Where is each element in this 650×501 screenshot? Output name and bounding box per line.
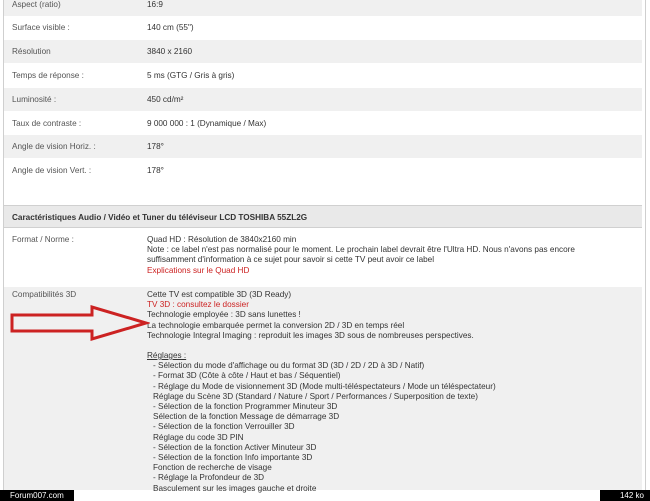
spec-value: 178° xyxy=(147,142,164,151)
spec-row-contrast: Taux de contraste : 9 000 000 : 1 (Dynam… xyxy=(4,112,642,135)
settings-item: Fonction de recherche de visage xyxy=(153,463,272,473)
spec-row-resolution: Résolution 3840 x 2160 xyxy=(4,40,642,63)
spec-label: Taux de contraste : xyxy=(12,119,82,128)
format-line: Quad HD : Résolution de 3840x2160 min xyxy=(147,235,297,244)
settings-item: Réglage du code 3D PIN xyxy=(153,432,244,442)
spec-label: Angle de vision Horiz. : xyxy=(12,142,96,151)
file-size-badge: 142 ko xyxy=(600,490,650,501)
settings-item: - Sélection de la fonction Programmer Mi… xyxy=(153,402,338,412)
settings-item: - Sélection de la fonction Info importan… xyxy=(153,453,313,463)
spec-label: Temps de réponse : xyxy=(12,71,84,80)
spec-row-angle-vert: Angle de vision Vert. : 178° xyxy=(4,159,642,182)
spec-value: 3840 x 2160 xyxy=(147,47,193,56)
settings-item: - Format 3D (Côte à côte / Haut et bas /… xyxy=(153,371,341,381)
settings-item: - Réglage la Profondeur de 3D xyxy=(153,473,265,483)
spec-row-response-time: Temps de réponse : 5 ms (GTG / Gris à gr… xyxy=(4,64,642,87)
format-note-cont: suffisamment d'information à ce sujet po… xyxy=(147,255,435,265)
compat-label: Compatibilités 3D xyxy=(12,290,77,299)
settings-item: - Réglage du Mode de visionnement 3D (Mo… xyxy=(153,381,496,391)
spec-row-surface: Surface visible : 140 cm (55") xyxy=(4,16,642,39)
settings-item: Réglage du Scène 3D (Standard / Nature /… xyxy=(153,391,478,401)
compat-integral: Technologie Integral Imaging : reproduit… xyxy=(147,330,474,340)
spec-value: 450 cd/m² xyxy=(147,95,184,104)
spec-row-brightness: Luminosité : 450 cd/m² xyxy=(4,88,642,111)
spec-value: 178° xyxy=(147,166,164,175)
tv-3d-link[interactable]: TV 3D : consultez le dossier xyxy=(147,300,496,310)
spec-label: Aspect (ratio) xyxy=(12,0,61,9)
spec-label: Angle de vision Vert. : xyxy=(12,166,92,175)
spec-row-aspect: Aspect (ratio) 16:9 xyxy=(4,0,642,16)
settings-item: Sélection de la fonction Message de déma… xyxy=(153,412,340,422)
site-watermark: Forum007.com xyxy=(0,490,74,501)
settings-item: Basculement sur les images gauche et dro… xyxy=(153,483,317,493)
spec-label: Surface visible : xyxy=(12,23,70,32)
compat-conversion: La technologie embarquée permet la conve… xyxy=(147,320,405,330)
quad-hd-link[interactable]: Explications sur le Quad HD xyxy=(147,266,575,276)
spec-label: Luminosité : xyxy=(12,95,57,104)
compat-line: Cette TV est compatible 3D (3D Ready) xyxy=(147,290,292,299)
spec-value: 5 ms (GTG / Gris à gris) xyxy=(147,71,235,80)
spec-value: 16:9 xyxy=(147,0,163,9)
format-label: Format / Norme : xyxy=(12,235,74,244)
settings-title: Réglages : xyxy=(147,351,187,361)
spec-value: 9 000 000 : 1 (Dynamique / Max) xyxy=(147,119,267,128)
spec-row-angle-horiz: Angle de vision Horiz. : 178° xyxy=(4,135,642,158)
settings-item: - Sélection du mode d'affichage ou du fo… xyxy=(153,361,425,371)
format-block: Format / Norme : Quad HD : Résolution de… xyxy=(4,232,642,284)
spec-value: 140 cm (55") xyxy=(147,23,194,32)
red-arrow-icon xyxy=(10,305,150,341)
format-note: Note : ce label n'est pas normalisé pour… xyxy=(147,245,575,255)
settings-item: - Sélection de la fonction Verrouiller 3… xyxy=(153,422,295,432)
compat-tech: Technologie employée : 3D sans lunettes … xyxy=(147,310,301,320)
section-title: Caractéristiques Audio / Vidéo et Tuner … xyxy=(4,205,642,228)
settings-item: - Sélection de la fonction Activer Minut… xyxy=(153,442,317,452)
spec-label: Résolution xyxy=(12,47,51,56)
